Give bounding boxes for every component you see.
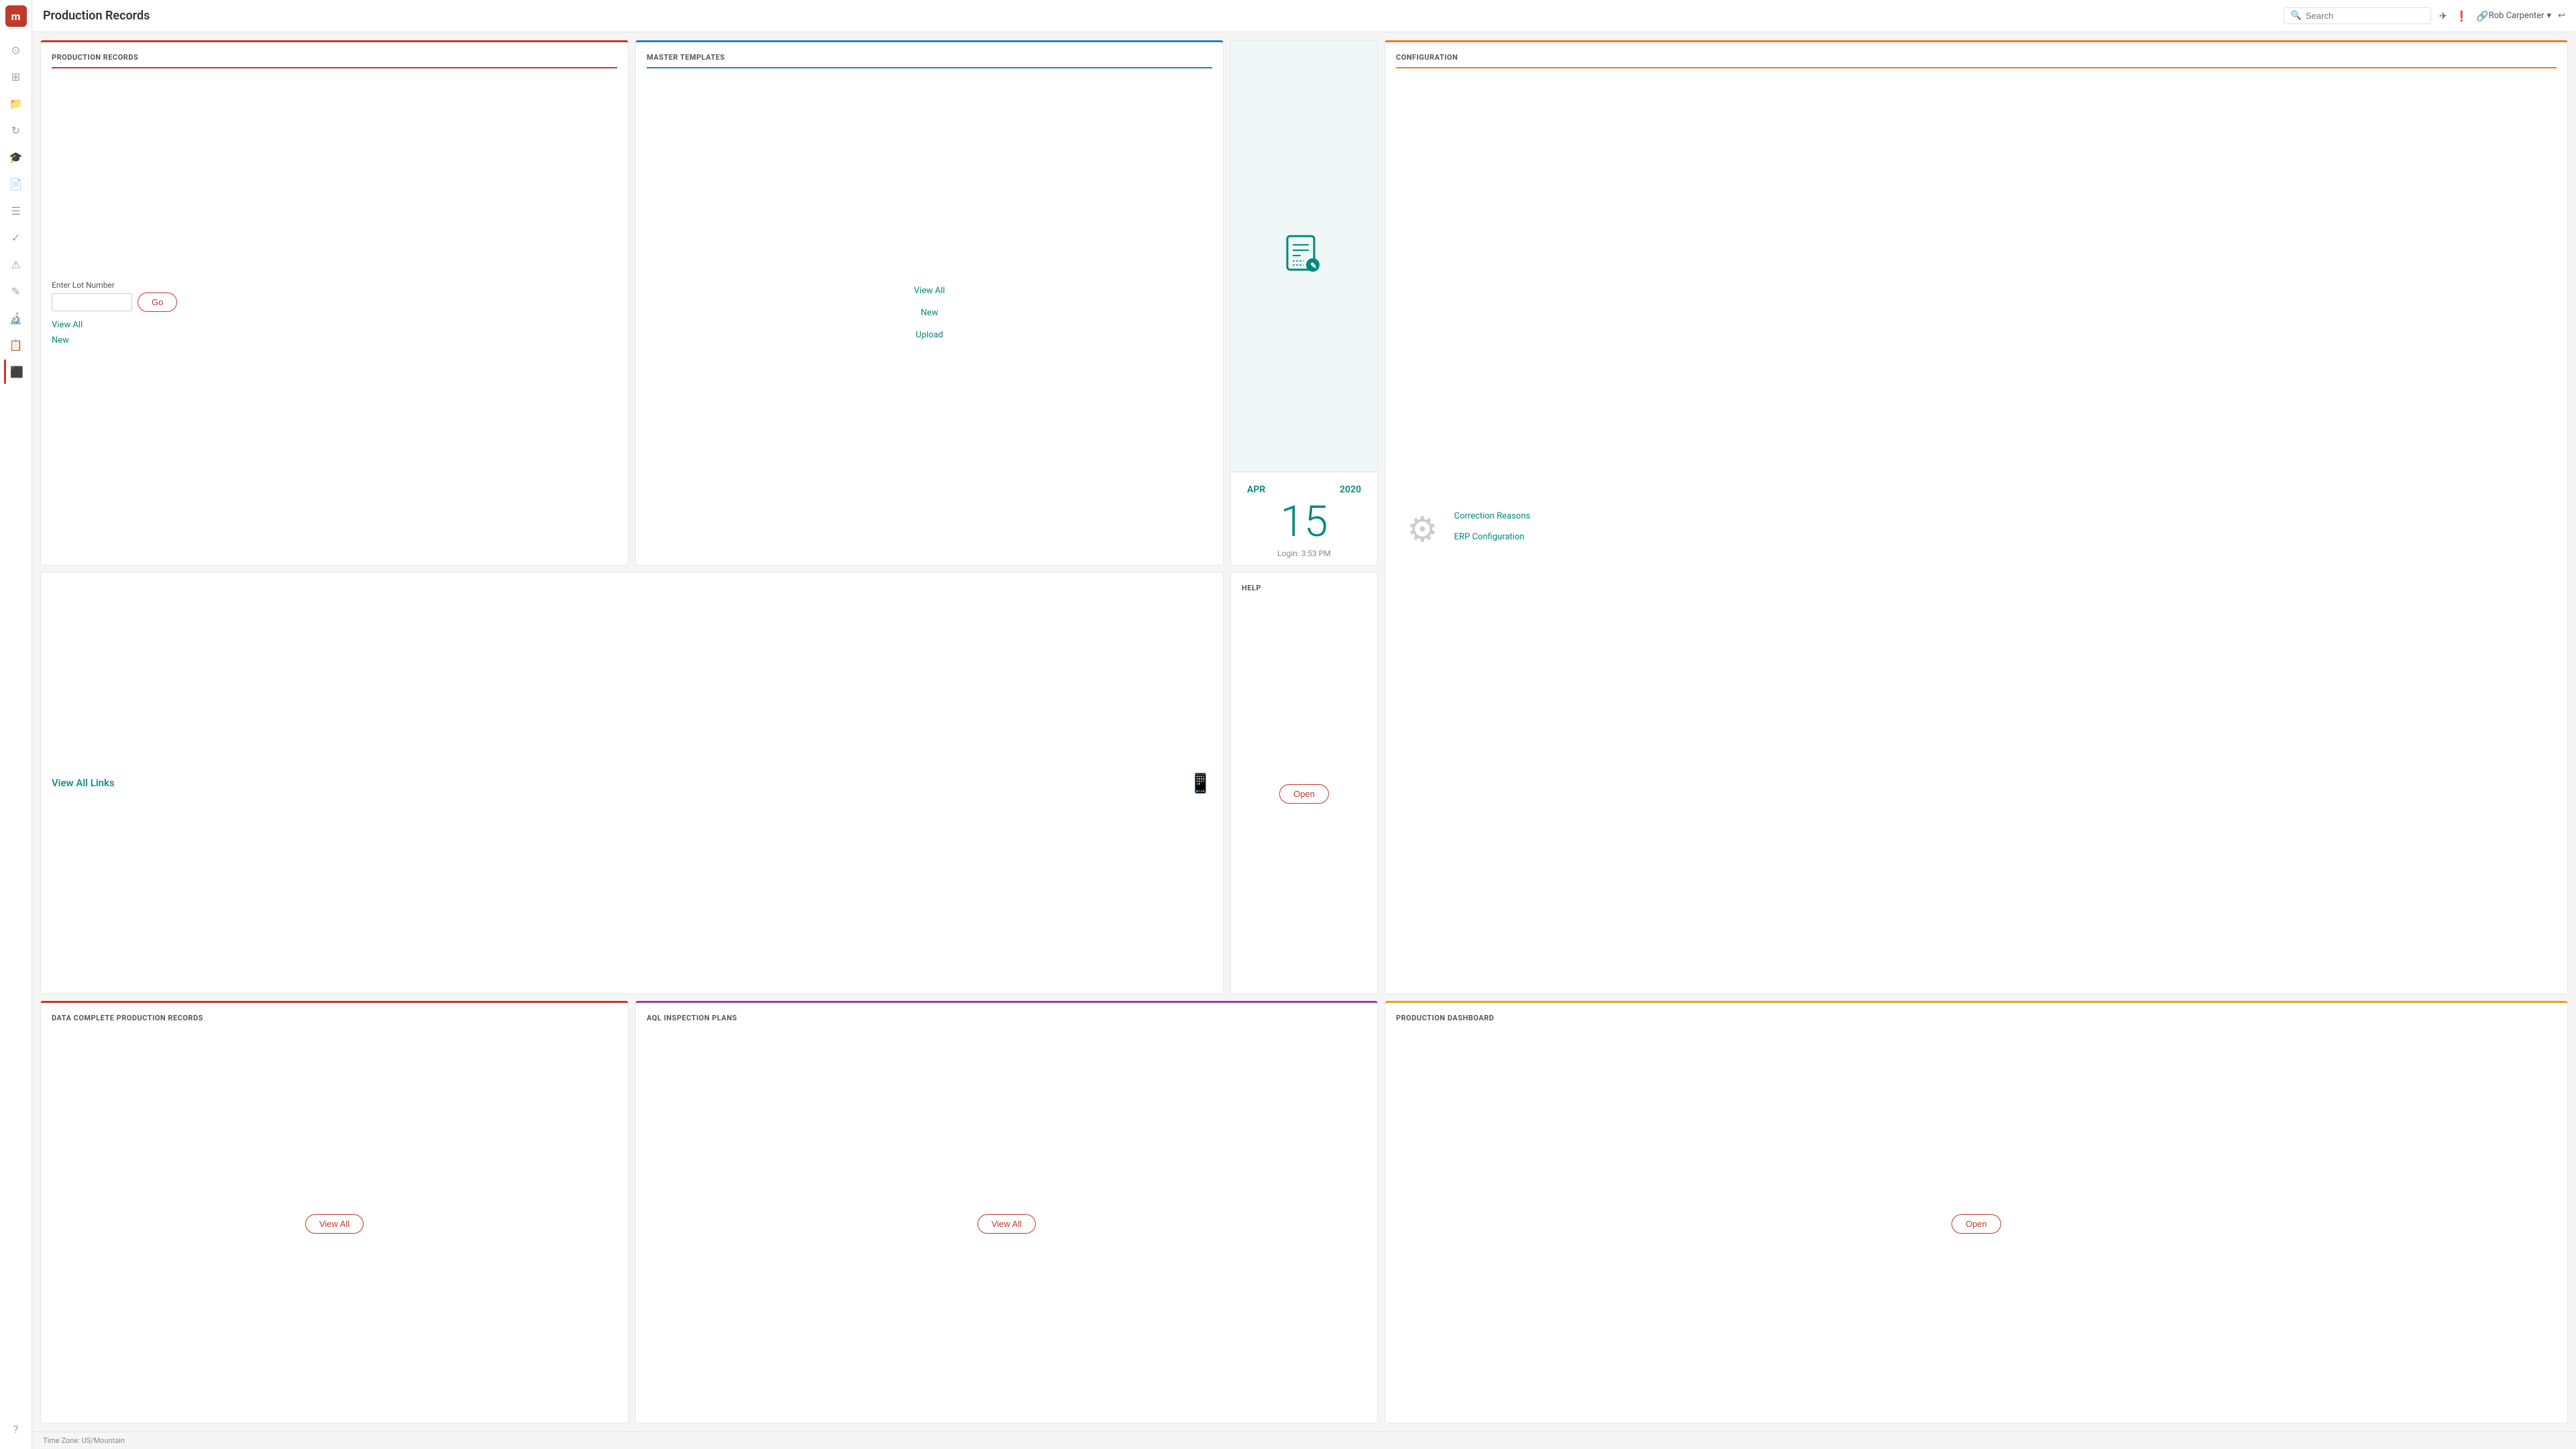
folder-icon: 📁 xyxy=(9,97,23,110)
aql-content: View All xyxy=(647,1036,1366,1412)
sidebar-item-documents[interactable]: 📄 xyxy=(4,172,28,196)
master-templates-new-link[interactable]: New xyxy=(921,308,938,318)
correction-reasons-link[interactable]: Correction Reasons xyxy=(1454,511,1530,521)
tasks-icon: ✓ xyxy=(11,231,20,244)
configuration-title: CONFIGURATION xyxy=(1396,53,2557,68)
production-dashboard-title: PRODUCTION DASHBOARD xyxy=(1396,1014,2557,1028)
sidebar-item-home[interactable]: ⊙ xyxy=(4,38,28,62)
data-complete-content: View All xyxy=(52,1036,617,1412)
production-records-title: PRODUCTION RECORDS xyxy=(52,53,617,68)
lot-number-label: Enter Lot Number xyxy=(52,280,115,290)
content-grid: PRODUCTION RECORDS Enter Lot Number Go V… xyxy=(32,32,2576,1432)
data-complete-title: DATA COMPLETE PRODUCTION RECORDS xyxy=(52,1014,617,1028)
module-icon: ⬛ xyxy=(10,366,23,378)
reports-icon: 📋 xyxy=(9,339,23,352)
view-all-links-link[interactable]: View All Links xyxy=(52,777,115,789)
user-name: Rob Carpenter xyxy=(2489,11,2544,21)
sidebar-item-lab[interactable]: 🔬 xyxy=(4,306,28,330)
graduation-icon: 🎓 xyxy=(9,151,23,164)
go-button[interactable]: Go xyxy=(138,292,177,312)
sidebar-item-help[interactable]: ? xyxy=(4,1417,28,1441)
page-title: Production Records xyxy=(43,9,150,23)
edit-icon: ✎ xyxy=(11,285,20,298)
list-icon: ☰ xyxy=(11,205,20,217)
aql-title: AQL INSPECTION PLANS xyxy=(647,1014,1366,1028)
document-icon: 📄 xyxy=(9,178,23,191)
production-records-view-all-link[interactable]: View All xyxy=(52,320,617,330)
production-records-card: PRODUCTION RECORDS Enter Lot Number Go V… xyxy=(40,40,629,566)
navigation-icon[interactable]: ✈ xyxy=(2439,10,2448,22)
sidebar-item-dashboard[interactable]: ⊞ xyxy=(4,64,28,89)
sidebar-item-refresh[interactable]: ↻ xyxy=(4,118,28,142)
calendar-month: APR xyxy=(1247,484,1265,495)
footer: Time Zone: US/Mountain xyxy=(32,1432,2576,1449)
production-records-new-link[interactable]: New xyxy=(52,335,617,345)
search-input[interactable] xyxy=(2306,11,2424,21)
warning-icon: ⚠ xyxy=(11,258,20,271)
master-templates-view-all-link[interactable]: View All xyxy=(914,286,945,296)
sidebar-item-warnings[interactable]: ⚠ xyxy=(4,252,28,276)
sidebar-item-edit[interactable]: ✎ xyxy=(4,279,28,303)
config-links: Correction Reasons ERP Configuration xyxy=(1454,511,1530,547)
logout-icon[interactable]: ↩ xyxy=(2558,11,2565,21)
calendar-day: 15 xyxy=(1281,496,1328,547)
help-open-button[interactable]: Open xyxy=(1279,784,1329,804)
sidebar-item-module[interactable]: ⬛ xyxy=(4,360,28,384)
search-box[interactable]: 🔍 xyxy=(2284,7,2431,24)
data-complete-view-all-button[interactable]: View All xyxy=(305,1214,364,1234)
help-title: HELP xyxy=(1242,584,1366,598)
main-area: Production Records 🔍 ✈ ❗ 🔗 Rob Carpenter… xyxy=(32,0,2576,1449)
header-icons: ✈ ❗ 🔗 xyxy=(2439,10,2489,22)
home-icon: ⊙ xyxy=(11,44,20,56)
help-card: HELP Open xyxy=(1230,572,1378,994)
sidebar-item-folder[interactable]: 📁 xyxy=(4,91,28,115)
sidebar-item-training[interactable]: 🎓 xyxy=(4,145,28,169)
master-templates-title: MASTER TEMPLATES xyxy=(647,53,1212,68)
search-icon: 🔍 xyxy=(2291,11,2302,21)
alert-icon[interactable]: ❗ xyxy=(2455,10,2468,22)
production-dashboard-card: PRODUCTION DASHBOARD Open xyxy=(1385,1001,2568,1424)
aql-card: AQL INSPECTION PLANS View All xyxy=(635,1001,1378,1424)
document-edit-icon: ✎ xyxy=(1281,233,1328,280)
sidebar-item-tasks[interactable]: ✓ xyxy=(4,225,28,250)
master-templates-content: View All New Upload xyxy=(647,76,1212,554)
user-menu[interactable]: Rob Carpenter ▾ xyxy=(2489,11,2551,21)
configuration-body: ⚙ Correction Reasons ERP Configuration xyxy=(1396,76,2557,983)
lot-number-input[interactable] xyxy=(52,293,132,311)
app-logo[interactable]: m xyxy=(5,5,27,27)
gear-icon: ⚙ xyxy=(1407,509,1438,550)
sidebar: m ⊙ ⊞ 📁 ↻ 🎓 📄 ☰ ✓ ⚠ ✎ 🔬 📋 ⬛ ? xyxy=(0,0,32,1449)
refresh-icon: ↻ xyxy=(11,124,20,137)
master-templates-card: MASTER TEMPLATES View All New Upload xyxy=(635,40,1224,566)
aql-view-all-button[interactable]: View All xyxy=(977,1214,1036,1234)
calendar-card: ✎ APR 2020 15 Login: 3:53 PM xyxy=(1230,40,1378,566)
sidebar-item-reports[interactable]: 📋 xyxy=(4,333,28,357)
user-chevron-icon: ▾ xyxy=(2547,11,2552,21)
login-time: Login: 3:53 PM xyxy=(1239,549,1369,558)
link-icon[interactable]: 🔗 xyxy=(2476,10,2489,22)
sidebar-item-list[interactable]: ☰ xyxy=(4,199,28,223)
timezone-label: Time Zone: US/Mountain xyxy=(43,1436,125,1445)
lab-icon: 🔬 xyxy=(9,312,23,325)
configuration-card: CONFIGURATION ⚙ Correction Reasons ERP C… xyxy=(1385,40,2568,994)
help-circle-icon: ? xyxy=(13,1423,19,1436)
help-content: Open xyxy=(1242,606,1366,982)
phone-icon: 📱 xyxy=(1189,772,1212,794)
erp-configuration-link[interactable]: ERP Configuration xyxy=(1454,532,1530,542)
dashboard-icon: ⊞ xyxy=(11,70,20,83)
calendar-year: 2020 xyxy=(1340,484,1361,495)
svg-text:✎: ✎ xyxy=(1310,261,1317,270)
header: Production Records 🔍 ✈ ❗ 🔗 Rob Carpenter… xyxy=(32,0,2576,32)
lot-input-row: Go xyxy=(52,292,617,312)
links-card: View All Links 📱 xyxy=(40,572,1224,994)
production-dashboard-open-button[interactable]: Open xyxy=(1951,1214,2001,1234)
data-complete-card: DATA COMPLETE PRODUCTION RECORDS View Al… xyxy=(40,1001,629,1424)
master-templates-upload-link[interactable]: Upload xyxy=(916,330,943,340)
production-dashboard-content: Open xyxy=(1396,1036,2557,1412)
